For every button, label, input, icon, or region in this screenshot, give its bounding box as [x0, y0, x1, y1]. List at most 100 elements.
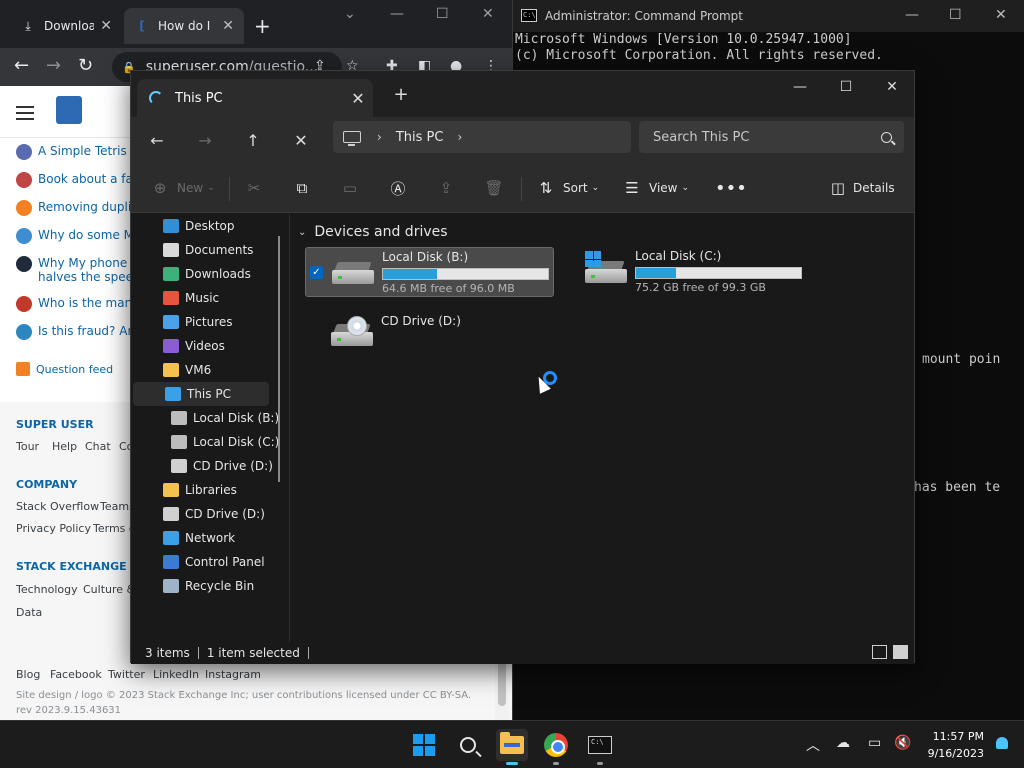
minimize-icon[interactable]: —	[777, 71, 823, 103]
drive-tile-d[interactable]: CD Drive (D:)	[305, 310, 554, 360]
reload-icon[interactable]: ↻	[78, 55, 93, 76]
footer-link[interactable]: Privacy Policy	[16, 522, 91, 535]
clock[interactable]: 11:57 PM 9/16/2023	[928, 728, 984, 762]
navigation-pane-scrollbar[interactable]	[278, 236, 280, 482]
details-button[interactable]: ◫ Details	[829, 175, 895, 201]
details-view-icon[interactable]	[872, 645, 887, 659]
forward-icon[interactable]: →	[46, 55, 61, 76]
maximize-icon[interactable]: ☐	[823, 71, 869, 103]
nav-item-libraries[interactable]: Libraries	[131, 478, 281, 502]
hamburger-icon[interactable]	[16, 106, 34, 120]
nav-item-videos[interactable]: Videos	[131, 334, 281, 358]
browser-tab-downloads[interactable]: ⤓ Downloa ✕	[10, 8, 122, 44]
show-hidden-icons-chevron-icon[interactable]: ︿	[806, 735, 820, 755]
nav-item-this-pc[interactable]: This PC	[133, 382, 269, 406]
volume-muted-icon[interactable]: 🔇	[894, 735, 911, 751]
close-tab-icon[interactable]: ✕	[100, 18, 112, 34]
tab-search-icon[interactable]: ⌄	[344, 6, 356, 22]
maximize-icon[interactable]: ☐	[436, 6, 449, 22]
nav-item-documents[interactable]: Documents	[131, 238, 281, 262]
view-label: View	[649, 181, 678, 195]
taskbar-terminal[interactable]: C:\	[584, 729, 616, 765]
view-button[interactable]: ☰ View ⌄	[623, 175, 689, 201]
drive-tile-b[interactable]: ✓ Local Disk (B:) 64.6 MB free of 96.0 M…	[305, 247, 554, 297]
nav-item-desktop[interactable]: Desktop	[131, 214, 281, 238]
large-icons-view-icon[interactable]	[893, 645, 908, 659]
explorer-tab[interactable]: This PC ✕	[137, 79, 373, 117]
group-header[interactable]: ⌄ Devices and drives	[298, 224, 448, 240]
nav-item-vm6[interactable]: VM6	[131, 358, 281, 382]
new-tab-button[interactable]: +	[254, 14, 271, 38]
paste-button[interactable]: ▭	[341, 175, 359, 201]
stop-icon[interactable]: ✕	[287, 127, 315, 153]
up-icon[interactable]: ↑	[239, 127, 267, 153]
nav-item-control-panel[interactable]: Control Panel	[131, 550, 281, 574]
nav-item-network[interactable]: Network	[131, 526, 281, 550]
onedrive-icon[interactable]: ☁	[836, 735, 850, 751]
footer-link[interactable]: Culture &	[83, 583, 135, 596]
nav-item-local-disk-b[interactable]: Local Disk (B:)	[131, 406, 281, 430]
nav-item-cd-drive-d[interactable]: CD Drive (D:)	[131, 454, 281, 478]
footer-link[interactable]: Chat	[85, 440, 111, 453]
desktop-icon	[163, 219, 179, 233]
cut-button[interactable]: ✂	[245, 175, 263, 201]
nav-item-recycle-bin[interactable]: Recycle Bin	[131, 574, 281, 598]
nav-item-cd-drive-d[interactable]: CD Drive (D:)	[131, 502, 281, 526]
more-options-button[interactable]: •••	[715, 175, 747, 201]
new-tab-button[interactable]: +	[389, 84, 413, 105]
nav-item-music[interactable]: Music	[131, 286, 281, 310]
footer-social-link[interactable]: Instagram	[205, 668, 261, 681]
browser-tab-superuser[interactable]: [ How do I ✕	[124, 8, 244, 44]
search-button[interactable]	[452, 729, 484, 761]
footer-social-link[interactable]: LinkedIn	[153, 668, 199, 681]
footer-link[interactable]: Tour	[16, 440, 39, 453]
footer-social-link[interactable]: Facebook	[50, 668, 102, 681]
back-icon[interactable]: ←	[14, 55, 29, 76]
new-button[interactable]: ⊕ New ⌄	[151, 175, 215, 201]
footer-social-link[interactable]: Blog	[16, 668, 40, 681]
footer-link[interactable]: Technology	[16, 583, 78, 596]
chevron-right-icon[interactable]: ›	[457, 130, 462, 144]
delete-button[interactable]: 🗑	[484, 175, 503, 201]
new-label: New	[177, 181, 204, 195]
close-tab-icon[interactable]: ✕	[343, 89, 373, 108]
question-feed-link[interactable]: Question feed	[16, 362, 113, 376]
tab-title: How do I	[158, 19, 211, 33]
sort-button[interactable]: ⇅ Sort ⌄	[537, 175, 599, 201]
superuser-logo[interactable]	[56, 96, 82, 124]
checkbox-icon[interactable]: ✓	[310, 266, 323, 279]
network-icon[interactable]: ▭	[868, 735, 881, 751]
breadcrumb-item[interactable]: This PC	[396, 130, 444, 145]
footer-link[interactable]: Stack Overflow	[16, 500, 99, 513]
taskbar-file-explorer[interactable]	[496, 729, 528, 765]
cmd-titlebar[interactable]: C:\ Administrator: Command Prompt — ☐ ✕	[513, 0, 1024, 32]
taskbar-chrome[interactable]	[540, 729, 572, 765]
minimize-icon[interactable]: —	[905, 7, 919, 23]
start-button[interactable]	[408, 729, 440, 761]
chevron-right-icon[interactable]: ›	[377, 130, 382, 144]
footer-link[interactable]: Help	[52, 440, 77, 453]
chevron-down-icon[interactable]: ⌄	[298, 227, 306, 238]
maximize-icon[interactable]: ☐	[949, 7, 962, 23]
search-input[interactable]: Search This PC	[639, 121, 904, 153]
footer-social-link[interactable]: Twitter	[108, 668, 145, 681]
drive-tile-c[interactable]: Local Disk (C:) 75.2 GB free of 99.3 GB	[559, 247, 808, 297]
cd-drive-icon	[171, 459, 187, 473]
nav-item-downloads[interactable]: Downloads	[131, 262, 281, 286]
close-icon[interactable]: ✕	[482, 6, 494, 22]
rename-button[interactable]: Ⓐ	[389, 175, 407, 201]
share-button[interactable]: ⇪	[437, 175, 455, 201]
close-icon[interactable]: ✕	[869, 71, 915, 103]
copy-button[interactable]: ⧉	[293, 175, 311, 201]
nav-item-local-disk-c[interactable]: Local Disk (C:)	[131, 430, 281, 454]
nav-item-pictures[interactable]: Pictures	[131, 310, 281, 334]
footer-link[interactable]: Data	[16, 606, 42, 619]
minimize-icon[interactable]: —	[390, 6, 404, 22]
breadcrumb[interactable]: › This PC ›	[333, 121, 631, 153]
notification-bell-icon[interactable]	[996, 737, 1008, 749]
close-icon[interactable]: ✕	[995, 7, 1007, 23]
forward-icon[interactable]: →	[191, 127, 219, 153]
site-icon	[16, 296, 32, 312]
close-tab-icon[interactable]: ✕	[222, 18, 234, 34]
back-icon[interactable]: ←	[143, 127, 171, 153]
